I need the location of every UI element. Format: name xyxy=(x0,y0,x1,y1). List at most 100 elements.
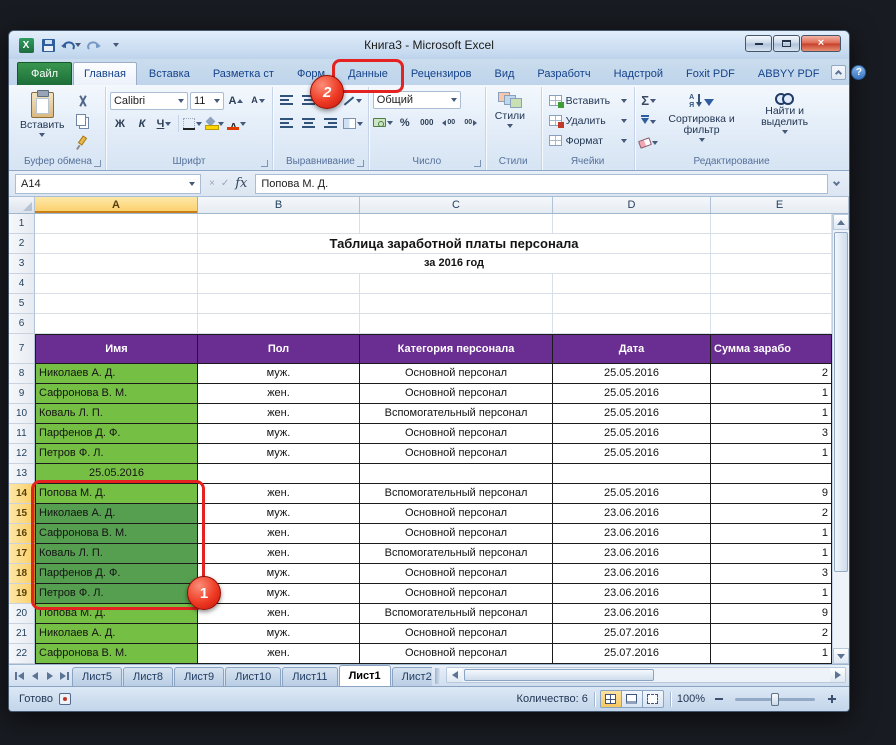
cell-A10[interactable]: Коваль Л. П. xyxy=(35,404,198,424)
scroll-right-button[interactable] xyxy=(830,668,845,682)
cell-D19[interactable]: 23.06.2016 xyxy=(553,584,711,604)
cell-D10[interactable]: 25.05.2016 xyxy=(553,404,711,424)
borders-button[interactable] xyxy=(183,114,203,133)
cell-D4[interactable] xyxy=(553,274,711,294)
align-middle-button[interactable] xyxy=(299,91,319,110)
cell-D11[interactable]: 25.05.2016 xyxy=(553,424,711,444)
insert-function-button[interactable]: fx xyxy=(235,176,247,191)
cell-A18[interactable]: Парфенов Д. Ф. xyxy=(35,564,198,584)
cell-A5[interactable] xyxy=(35,294,198,314)
cell-E4[interactable] xyxy=(711,274,832,294)
vertical-scrollbar[interactable] xyxy=(832,214,849,664)
shrink-font-button[interactable]: А xyxy=(248,91,268,110)
cell-D16[interactable]: 23.06.2016 xyxy=(553,524,711,544)
row-header-17[interactable]: 17 xyxy=(9,544,35,564)
ribbon-tab-file[interactable]: Файл xyxy=(17,62,72,85)
ribbon-tab-foxit-pdf[interactable]: Foxit PDF xyxy=(675,62,746,85)
enter-icon[interactable]: ✓ xyxy=(221,179,229,189)
orientation-button[interactable] xyxy=(343,91,363,110)
cell-D9[interactable]: 25.05.2016 xyxy=(553,384,711,404)
scroll-left-button[interactable] xyxy=(447,668,462,682)
cell-E3[interactable] xyxy=(711,254,832,274)
zoom-level[interactable]: 100% xyxy=(677,693,705,705)
styles-button[interactable]: Стили xyxy=(490,89,530,130)
cell-C9[interactable]: Основной персонал xyxy=(360,384,553,404)
tab-splitter-handle[interactable] xyxy=(435,668,440,684)
row-header-13[interactable]: 13 xyxy=(9,464,35,484)
cell-B13[interactable] xyxy=(198,464,360,484)
cell-C20[interactable]: Вспомогательный персонал xyxy=(360,604,553,624)
align-center-button[interactable] xyxy=(299,114,319,133)
cell-D14[interactable]: 25.05.2016 xyxy=(553,484,711,504)
cell-A13[interactable]: 25.05.2016 xyxy=(35,464,198,484)
cell-B5[interactable] xyxy=(198,294,360,314)
sheet-tab-2[interactable]: Лист8 xyxy=(123,667,173,686)
scroll-down-button[interactable] xyxy=(833,648,849,664)
cell-A11[interactable]: Парфенов Д. Ф. xyxy=(35,424,198,444)
cell-B11[interactable]: муж. xyxy=(198,424,360,444)
cell-D22[interactable]: 25.07.2016 xyxy=(553,644,711,664)
dialog-launcher-icon[interactable] xyxy=(474,160,481,167)
cell-E9[interactable]: 1 xyxy=(711,384,832,404)
clear-button[interactable] xyxy=(639,133,659,152)
horizontal-scrollbar[interactable] xyxy=(446,667,846,683)
cell-C16[interactable]: Основной персонал xyxy=(360,524,553,544)
underline-button[interactable]: Ч xyxy=(154,114,174,133)
vertical-scroll-track[interactable] xyxy=(833,230,849,648)
scroll-up-button[interactable] xyxy=(833,214,849,230)
cell-A15[interactable]: Николаев А. Д. xyxy=(35,504,198,524)
cut-button[interactable] xyxy=(73,91,93,110)
cell-B17[interactable]: жен. xyxy=(198,544,360,564)
font-size-select[interactable]: 11 xyxy=(190,92,224,110)
row-header-22[interactable]: 22 xyxy=(9,644,35,664)
next-sheet-button[interactable] xyxy=(42,668,57,683)
ribbon-tab-add-ins[interactable]: Надстрой xyxy=(603,62,674,85)
ribbon-tab-home[interactable]: Главная xyxy=(73,62,137,85)
cell-B6[interactable] xyxy=(198,314,360,334)
cell-E16[interactable]: 1 xyxy=(711,524,832,544)
cell-C12[interactable]: Основной персонал xyxy=(360,444,553,464)
cell-A22[interactable]: Сафронова В. М. xyxy=(35,644,198,664)
copy-button[interactable] xyxy=(73,111,93,130)
cell-B12[interactable]: муж. xyxy=(198,444,360,464)
cell-B19[interactable]: муж. xyxy=(198,584,360,604)
dialog-launcher-icon[interactable] xyxy=(261,160,268,167)
cell-C6[interactable] xyxy=(360,314,553,334)
bold-button[interactable]: Ж xyxy=(110,114,130,133)
cell-B9[interactable]: жен. xyxy=(198,384,360,404)
cell-E19[interactable]: 1 xyxy=(711,584,832,604)
cell-C17[interactable]: Вспомогательный персонал xyxy=(360,544,553,564)
align-left-button[interactable] xyxy=(277,114,297,133)
zoom-slider-thumb[interactable] xyxy=(771,693,779,706)
previous-sheet-button[interactable] xyxy=(27,668,42,683)
row-header-6[interactable]: 6 xyxy=(9,314,35,334)
ribbon-tab-review[interactable]: Рецензиров xyxy=(400,62,483,85)
cell-E6[interactable] xyxy=(711,314,832,334)
cell-E15[interactable]: 2 xyxy=(711,504,832,524)
column-header-D[interactable]: D xyxy=(553,197,711,213)
maximize-button[interactable] xyxy=(773,35,800,52)
expand-formula-bar-button[interactable] xyxy=(828,180,844,187)
cell-A7[interactable]: Имя xyxy=(35,334,198,364)
close-button[interactable]: × xyxy=(801,35,841,52)
cancel-icon[interactable]: × xyxy=(209,179,215,189)
number-format-select[interactable]: Общий xyxy=(373,91,461,109)
cell-D7[interactable]: Дата xyxy=(553,334,711,364)
row-header-20[interactable]: 20 xyxy=(9,604,35,624)
cell-B7[interactable]: Пол xyxy=(198,334,360,364)
ribbon-tab-abbyy-pdf[interactable]: ABBYY PDF xyxy=(747,62,831,85)
cell-C19[interactable]: Основной персонал xyxy=(360,584,553,604)
row-header-1[interactable]: 1 xyxy=(9,214,35,234)
formula-input[interactable]: Попова М. Д. xyxy=(255,174,828,194)
cell-C14[interactable]: Вспомогательный персонал xyxy=(360,484,553,504)
cell-E10[interactable]: 1 xyxy=(711,404,832,424)
first-sheet-button[interactable] xyxy=(12,668,27,683)
cell-C13[interactable] xyxy=(360,464,553,484)
cell-C5[interactable] xyxy=(360,294,553,314)
help-button[interactable]: ? xyxy=(851,65,866,80)
increase-decimal-button[interactable]: 00 xyxy=(439,113,459,132)
sheet-tab-3[interactable]: Лист9 xyxy=(174,667,224,686)
cell-D21[interactable]: 25.07.2016 xyxy=(553,624,711,644)
insert-cells-button[interactable]: Вставить xyxy=(546,91,630,110)
cell-A16[interactable]: Сафронова В. М. xyxy=(35,524,198,544)
